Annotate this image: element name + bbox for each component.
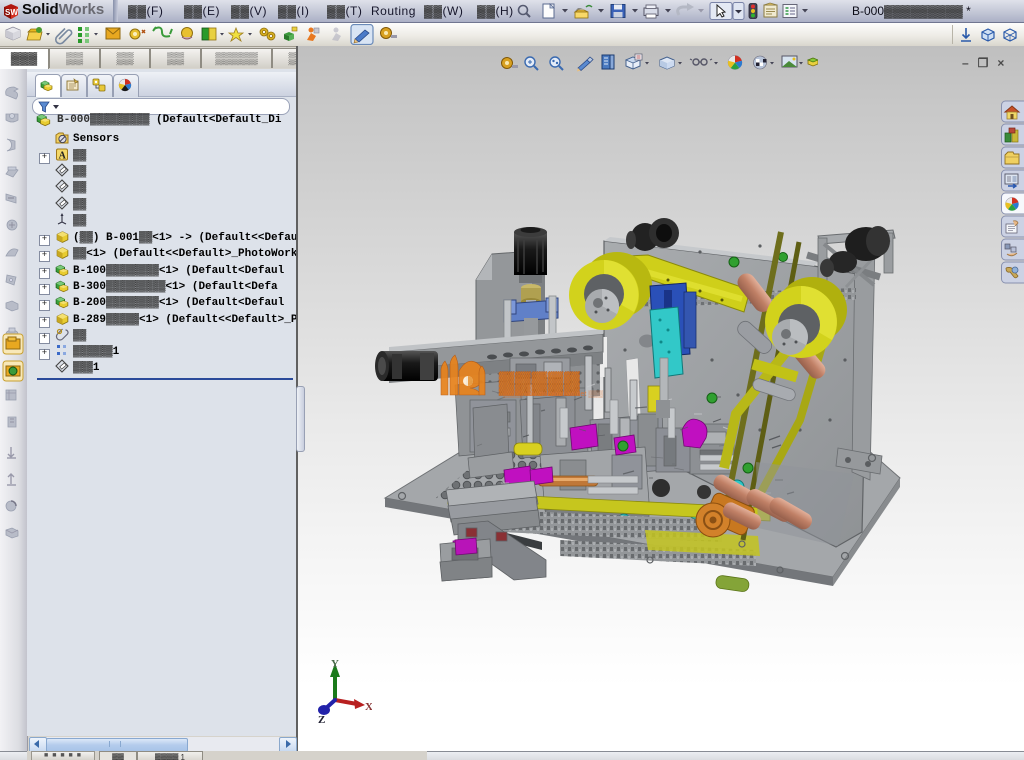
svg-text:Y: Y — [331, 658, 339, 670]
svg-text:X: X — [365, 701, 372, 713]
svg-text:Z: Z — [318, 714, 325, 725]
svg-text:SW: SW — [5, 8, 18, 17]
svg-text:▒▒▒▒ uuu.zhizaoziliao.net ▒▒▒: ▒▒▒▒ uuu.zhizaoziliao.net ▒▒▒ — [503, 390, 603, 398]
